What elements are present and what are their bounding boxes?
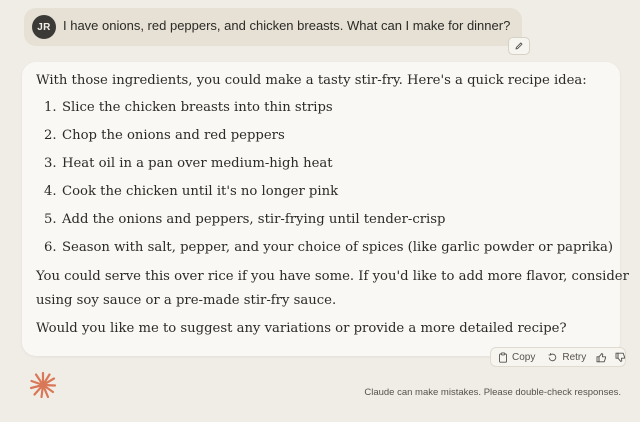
step-text: Cook the chicken until it's no longer pi… — [62, 184, 339, 199]
retry-icon — [548, 352, 557, 361]
user-avatar: JR — [32, 15, 56, 39]
step-text: Chop the onions and red peppers — [62, 128, 285, 143]
message-action-bar: Copy Retry — [490, 347, 626, 367]
response-paragraph-line: You could serve this over rice if you ha… — [36, 269, 629, 284]
step-number: 4. — [44, 184, 57, 199]
edit-message-button[interactable] — [508, 37, 530, 55]
thumbs-up-icon — [596, 352, 607, 362]
step-number: 3. — [44, 156, 57, 171]
list-item: 4. Cook the chicken until it's no longer… — [22, 184, 620, 204]
step-text: Slice the chicken breasts into thin stri… — [62, 100, 333, 115]
retry-label: Retry — [562, 351, 587, 363]
thumbs-down-button[interactable] — [611, 348, 631, 366]
disclaimer-text: Claude can make mistakes. Please double-… — [364, 387, 621, 398]
list-item: 6. Season with salt, pepper, and your ch… — [22, 240, 620, 260]
copy-label: Copy — [512, 351, 536, 363]
step-number: 1. — [44, 100, 57, 115]
response-intro: With those ingredients, you could make a… — [36, 73, 587, 88]
user-message-bubble: JR I have onions, red peppers, and chick… — [24, 8, 522, 46]
clipboard-icon — [499, 351, 507, 363]
step-number: 5. — [44, 212, 57, 227]
step-number: 2. — [44, 128, 57, 143]
copy-button[interactable]: Copy — [491, 348, 541, 366]
step-number: 6. — [44, 240, 57, 255]
list-item: 5. Add the onions and peppers, stir-fryi… — [22, 212, 620, 232]
list-item: 3. Heat oil in a pan over medium-high he… — [22, 156, 620, 176]
claude-starburst-icon — [29, 371, 57, 399]
step-text: Add the onions and peppers, stir-frying … — [62, 212, 446, 227]
thumbs-up-button[interactable] — [591, 348, 611, 366]
step-text: Season with salt, pepper, and your choic… — [62, 240, 613, 255]
list-item: 2. Chop the onions and red peppers — [22, 128, 620, 148]
list-item: 1. Slice the chicken breasts into thin s… — [22, 100, 620, 120]
response-closing-question: Would you like me to suggest any variati… — [36, 321, 567, 336]
step-text: Heat oil in a pan over medium-high heat — [62, 156, 333, 171]
pencil-icon — [515, 42, 523, 50]
response-paragraph-line: using soy sauce or a pre-made stir-fry s… — [36, 293, 337, 308]
assistant-message-card: With those ingredients, you could make a… — [22, 62, 629, 356]
thumbs-down-icon — [615, 352, 626, 362]
user-message-text: I have onions, red peppers, and chicken … — [63, 18, 511, 33]
retry-button[interactable]: Retry — [541, 348, 591, 366]
